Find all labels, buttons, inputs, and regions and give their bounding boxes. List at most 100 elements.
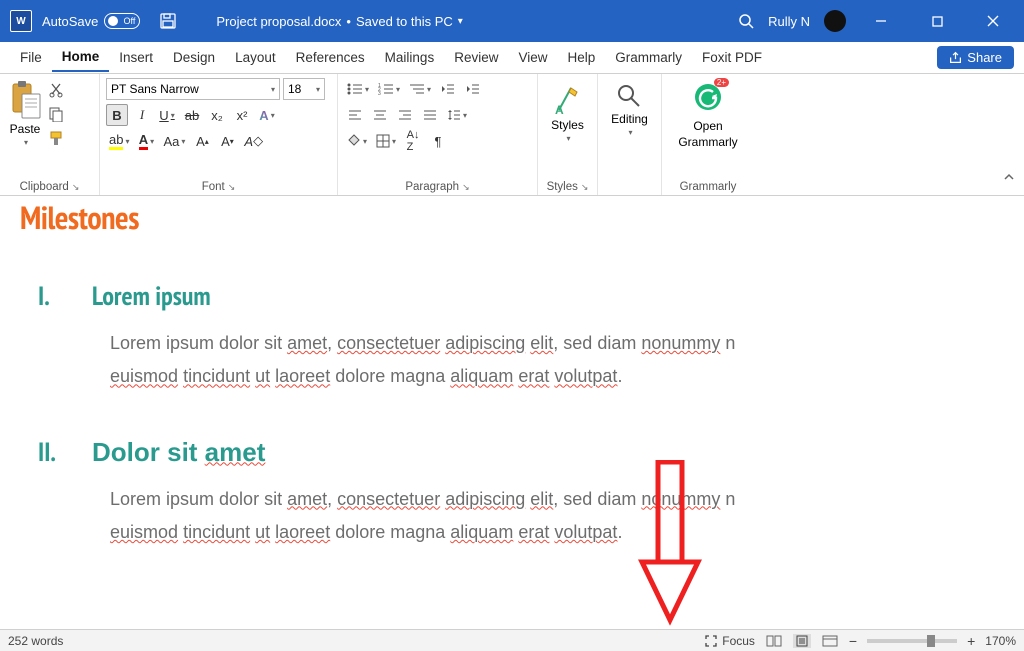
word-count[interactable]: 252 words (8, 634, 63, 648)
print-layout-button[interactable] (793, 634, 811, 648)
statusbar: 252 words Focus − + 170% (0, 629, 1024, 651)
change-case-button[interactable]: Aa▾ (160, 130, 188, 152)
svg-text:3: 3 (378, 91, 381, 96)
minimize-button[interactable] (860, 0, 902, 42)
editing-button[interactable]: Editing ▾ (607, 78, 652, 141)
save-icon[interactable] (160, 13, 176, 29)
align-right-button[interactable] (394, 104, 416, 126)
open-grammarly-button[interactable]: 2+ Open Grammarly (674, 78, 741, 153)
search-icon[interactable] (738, 13, 754, 29)
styles-dialog-launcher[interactable]: ↘ (581, 182, 589, 193)
find-icon (615, 82, 643, 110)
align-left-button[interactable] (344, 104, 366, 126)
clear-format-button[interactable]: A◇ (241, 130, 266, 152)
paste-button[interactable]: Paste ▾ (6, 78, 44, 149)
styles-label: Styles (551, 118, 584, 132)
justify-button[interactable] (419, 104, 441, 126)
list-item[interactable]: II. Dolor sit amet (20, 436, 1004, 469)
read-mode-button[interactable] (765, 634, 783, 648)
bullets-button[interactable]: ▾ (344, 78, 372, 100)
paragraph-dialog-launcher[interactable]: ↘ (462, 182, 470, 193)
tab-review[interactable]: Review (444, 44, 508, 71)
tab-view[interactable]: View (508, 44, 557, 71)
numbering-button[interactable]: 123▾ (375, 78, 403, 100)
chevron-down-icon: ▾ (24, 138, 28, 147)
tab-file[interactable]: File (10, 44, 52, 71)
tab-grammarly[interactable]: Grammarly (605, 44, 692, 71)
tab-design[interactable]: Design (163, 44, 225, 71)
subscript-button[interactable]: x₂ (206, 104, 228, 126)
chevron-down-icon: ▾ (566, 134, 570, 143)
paragraph[interactable]: Lorem ipsum dolor sit amet, consectetuer… (110, 327, 1004, 394)
sort-button[interactable]: A↓Z (402, 130, 424, 152)
font-size-select[interactable]: 18▾ (283, 78, 325, 100)
share-icon (949, 51, 962, 64)
group-grammarly: 2+ Open Grammarly Grammarly (662, 74, 754, 195)
align-center-button[interactable] (369, 104, 391, 126)
list-item[interactable]: I. Lorem ipsum (20, 280, 1004, 313)
increase-indent-button[interactable] (462, 78, 484, 100)
tab-insert[interactable]: Insert (109, 44, 163, 71)
tab-help[interactable]: Help (558, 44, 606, 71)
italic-button[interactable]: I (131, 104, 153, 126)
autosave-label: AutoSave (42, 14, 98, 29)
group-clipboard-label: Clipboard (20, 181, 69, 193)
zoom-slider[interactable] (867, 639, 957, 643)
underline-button[interactable]: U▾ (156, 104, 178, 126)
avatar[interactable] (824, 10, 846, 32)
show-marks-button[interactable]: ¶ (427, 130, 449, 152)
decrease-indent-button[interactable] (437, 78, 459, 100)
toggle-switch[interactable]: Off (104, 13, 140, 29)
copy-icon[interactable] (48, 106, 64, 122)
tab-foxit[interactable]: Foxit PDF (692, 44, 772, 71)
svg-text:A: A (555, 103, 564, 116)
bold-button[interactable]: B (106, 104, 128, 126)
tab-references[interactable]: References (286, 44, 375, 71)
highlight-button[interactable]: ab▾ (106, 130, 132, 152)
titlebar-right: Rully N (738, 0, 1014, 42)
zoom-in-button[interactable]: + (967, 633, 975, 649)
styles-icon: A (553, 82, 583, 116)
tab-mailings[interactable]: Mailings (375, 44, 445, 71)
shrink-font-button[interactable]: A▾ (216, 130, 238, 152)
multilevel-list-button[interactable]: ▾ (406, 78, 434, 100)
focus-icon (704, 634, 718, 648)
zoom-level[interactable]: 170% (985, 634, 1016, 648)
cut-icon[interactable] (48, 82, 64, 98)
paragraph[interactable]: Lorem ipsum dolor sit amet, consectetuer… (110, 483, 1004, 550)
autosave-toggle[interactable]: AutoSave Off (42, 13, 140, 29)
web-layout-button[interactable] (821, 634, 839, 648)
font-size-value: 18 (288, 82, 301, 96)
styles-button[interactable]: A Styles ▾ (547, 78, 588, 147)
text-effects-button[interactable]: A▾ (256, 104, 278, 126)
grow-font-button[interactable]: A▴ (191, 130, 213, 152)
word-app-icon: W (10, 10, 32, 32)
close-button[interactable] (972, 0, 1014, 42)
user-name[interactable]: Rully N (768, 14, 810, 29)
tab-home[interactable]: Home (52, 43, 110, 72)
document-title[interactable]: Project proposal.docx • Saved to this PC… (216, 14, 462, 29)
clipboard-dialog-launcher[interactable]: ↘ (72, 182, 80, 193)
font-color-button[interactable]: A▾ (135, 130, 157, 152)
line-spacing-button[interactable]: ▾ (444, 104, 470, 126)
shading-button[interactable]: ▾ (344, 130, 370, 152)
collapse-ribbon-button[interactable] (1002, 170, 1016, 189)
ribbon: Paste ▾ Clipboard↘ PT Sans Narrow▾ 18▾ B… (0, 74, 1024, 196)
zoom-out-button[interactable]: − (849, 633, 857, 649)
focus-button[interactable]: Focus (704, 634, 755, 648)
share-button[interactable]: Share (937, 46, 1014, 69)
maximize-button[interactable] (916, 0, 958, 42)
heading-milestones[interactable]: Milestones (20, 196, 1004, 238)
superscript-button[interactable]: x² (231, 104, 253, 126)
font-name-select[interactable]: PT Sans Narrow▾ (106, 78, 280, 100)
save-status: Saved to this PC (356, 14, 453, 29)
tab-layout[interactable]: Layout (225, 44, 286, 71)
document-canvas[interactable]: Milestones I. Lorem ipsum Lorem ipsum do… (0, 196, 1024, 629)
title-dot: • (346, 14, 351, 29)
borders-button[interactable]: ▾ (373, 130, 399, 152)
font-dialog-launcher[interactable]: ↘ (228, 182, 236, 193)
strikethrough-button[interactable]: ab (181, 104, 203, 126)
grammarly-icon: 2+ (693, 82, 723, 117)
format-painter-icon[interactable] (48, 130, 64, 146)
zoom-thumb[interactable] (927, 635, 935, 647)
